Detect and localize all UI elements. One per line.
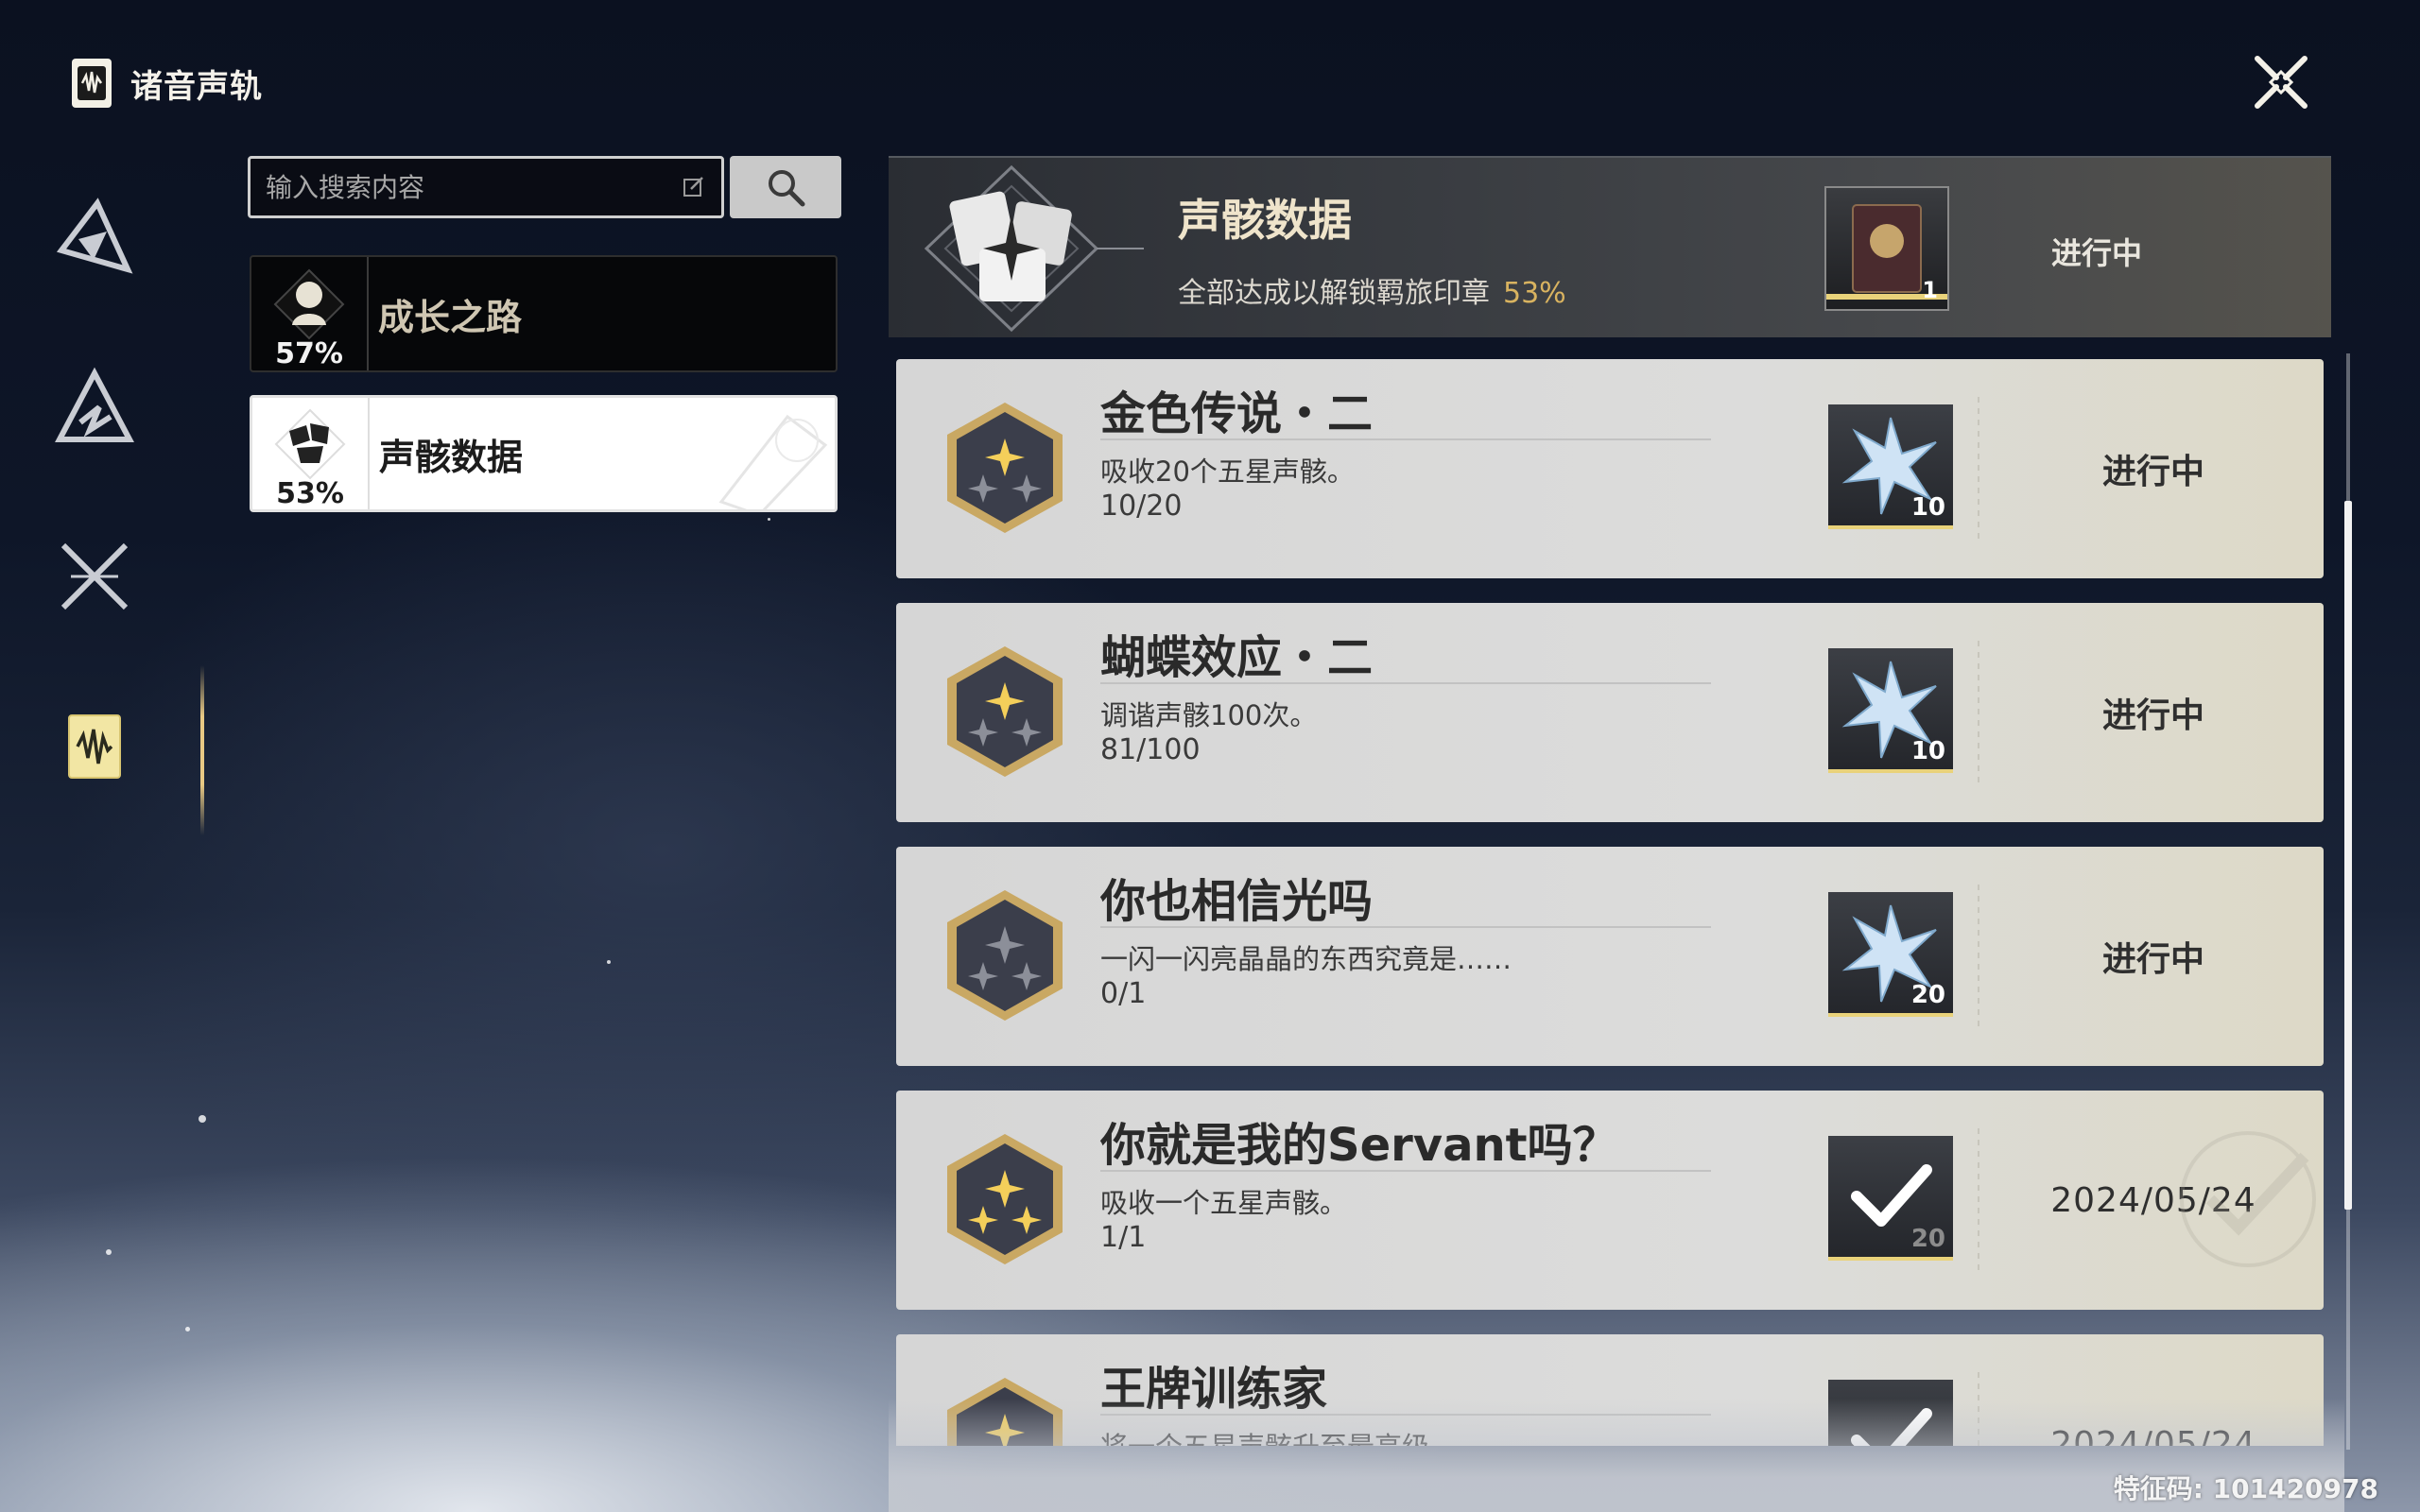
group-title: 声骸数据 [1178, 195, 1352, 246]
nav-item-battle[interactable] [38, 520, 151, 633]
achievement-status: 进行中 [2101, 940, 2204, 979]
achievement-progress: 0/1 [1100, 977, 1147, 1010]
search-input[interactable] [266, 171, 682, 203]
achievement-row[interactable]: 蝴蝶效应・二 调谐声骸100次。 81/100 10 进行中 [896, 603, 2324, 822]
completed-watermark-icon [2180, 1131, 2316, 1267]
achievement-desc: 将一个五星声骸升至最高级 [1100, 1425, 1429, 1446]
achievement-title: 王牌训练家 [1100, 1363, 1328, 1416]
achievement-status: 进行中 [2101, 696, 2204, 735]
search-icon [769, 170, 805, 207]
achievement-progress: 10/20 [1100, 490, 1183, 523]
group-percent: 53% [1503, 277, 1566, 310]
reward-item-claimed[interactable]: 20 [1828, 1136, 1953, 1261]
nav-item-resonator[interactable] [38, 180, 151, 293]
reward-item[interactable]: 10 [1828, 404, 1953, 529]
achievement-title: 蝴蝶效应・二 [1100, 631, 1374, 684]
search-field[interactable] [248, 156, 724, 218]
app-title: 诸音声轨 [130, 67, 263, 106]
reward-item-claimed[interactable] [1828, 1380, 1953, 1446]
reward-count: 20 [1910, 1225, 1945, 1253]
nav-active-indicator [200, 665, 204, 835]
scrollbar-thumb[interactable] [2344, 501, 2352, 1210]
achievement-progress: 81/100 [1100, 733, 1201, 766]
reward-count: 10 [1910, 493, 1945, 522]
achievement-badge-icon [947, 646, 1063, 777]
achievement-progress: 1/1 [1100, 1221, 1147, 1254]
close-button[interactable] [2248, 49, 2314, 115]
achievement-badge-icon [947, 1378, 1063, 1446]
reward-count: 20 [1910, 981, 1945, 1009]
achievement-badge-icon [947, 890, 1063, 1021]
crossed-swords-icon [60, 542, 129, 610]
checkmark-icon [1851, 1408, 1932, 1446]
achievement-badge-icon [947, 403, 1063, 533]
achievement-desc: 吸收一个五星声骸。 [1100, 1187, 1348, 1219]
achievement-badge-icon [947, 1134, 1063, 1264]
achievement-completed-date: 2024/05/24 [2050, 1424, 2256, 1447]
achievement-title: 你就是我的Servant吗？ [1100, 1119, 1618, 1172]
achievement-title: 金色传说・二 [1100, 387, 1374, 440]
mountain-icon [55, 367, 134, 442]
achievement-list[interactable]: 金色传说・二 吸收20个五星声骸。 10/20 10 进行中 蝴蝶效应・二 调谐… [896, 359, 2324, 1446]
character-avatar-icon [273, 268, 345, 340]
reward-count: 10 [1910, 737, 1945, 765]
resonator-icon [56, 198, 133, 274]
player-uid: 特征码: 101420978 [2113, 1473, 2378, 1504]
soundtrack-icon [76, 729, 113, 765]
reward-count: 1 [1922, 277, 1938, 303]
echo-emblem-icon [924, 164, 1144, 333]
nav-item-world[interactable] [38, 350, 151, 463]
reward-item[interactable]: 20 [1828, 892, 1953, 1017]
close-x-icon [2255, 56, 2308, 109]
category-echo-data[interactable]: 53% 声骸数据 [250, 395, 838, 512]
category-growth-path[interactable]: 57% 成长之路 [250, 255, 838, 372]
group-subtitle: 全部达成以解锁羁旅印章 53% [1178, 277, 1566, 310]
group-reward-stamp[interactable]: 1 [1824, 186, 1949, 311]
echo-data-icon [274, 408, 346, 480]
nav-item-soundtrack[interactable] [38, 690, 151, 803]
achievement-row[interactable]: 金色传说・二 吸收20个五星声骸。 10/20 10 进行中 [896, 359, 2324, 578]
achievement-row[interactable]: 你也相信光吗 一闪一闪亮晶晶的东西究竟是…… 0/1 20 进行中 [896, 847, 2324, 1066]
achievement-desc: 吸收20个五星声骸。 [1100, 455, 1355, 488]
achievement-desc: 调谐声骸100次。 [1100, 699, 1318, 731]
achievement-status: 进行中 [2101, 453, 2204, 491]
achievement-title: 你也相信光吗 [1100, 875, 1374, 928]
category-label: 声骸数据 [379, 436, 524, 478]
search-button[interactable] [730, 156, 841, 218]
edit-icon [683, 177, 703, 197]
app-header: 诸音声轨 [72, 59, 263, 108]
reward-item[interactable]: 10 [1828, 648, 1953, 773]
group-status: 进行中 [2051, 235, 2143, 271]
decorative-card-icon [718, 414, 828, 509]
achievement-desc: 一闪一闪亮晶晶的东西究竟是…… [1100, 943, 1512, 975]
category-label: 成长之路 [378, 296, 523, 338]
achievement-group-header: 声骸数据 全部达成以解锁羁旅印章 53% 1 进行中 [889, 156, 2331, 337]
category-percent: 57% [275, 337, 343, 370]
achievement-row[interactable]: 王牌训练家 将一个五星声骸升至最高级 2024/05/24 [896, 1334, 2324, 1446]
soundtrack-icon [72, 59, 112, 108]
achievement-row[interactable]: 你就是我的Servant吗？ 吸收一个五星声骸。 1/1 20 2024/05/… [896, 1091, 2324, 1310]
category-percent: 53% [276, 477, 344, 510]
